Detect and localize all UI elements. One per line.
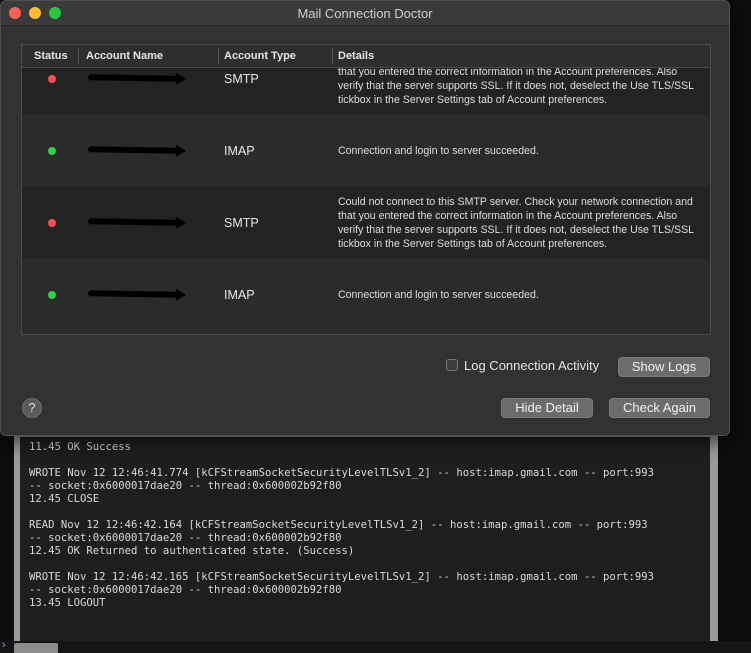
window-title: Mail Connection Doctor (297, 6, 433, 21)
log-line: 12.45 OK Returned to authenticated state… (29, 545, 355, 557)
log-line: 12.45 CLOSE (29, 493, 100, 505)
details-text: Connection and login to server succeeded… (338, 145, 539, 157)
status-indicator-icon (48, 147, 56, 155)
chevron-right-icon: › (2, 639, 6, 651)
table-row[interactable]: SMTP Could not connect to this SMTP serv… (22, 68, 710, 115)
log-line: 13.45 LOGOUT (29, 597, 106, 609)
account-type: IMAP (224, 144, 255, 158)
table-body[interactable]: SMTP Could not connect to this SMTP serv… (22, 68, 710, 334)
check-again-button[interactable]: Check Again (609, 398, 710, 418)
column-header-details[interactable]: Details (338, 50, 374, 64)
log-connection-activity-label[interactable]: Log Connection Activity (464, 358, 599, 373)
account-type: SMTP (224, 216, 259, 230)
status-indicator-icon (48, 75, 56, 83)
dock-strip: › (0, 639, 751, 653)
log-line: -- socket:0x6000017dae20 -- thread:0x600… (29, 480, 342, 492)
log-line: -- socket:0x6000017dae20 -- thread:0x600… (29, 584, 342, 596)
log-line: WROTE Nov 12 12:46:42.165 [kCFStreamSock… (29, 571, 655, 583)
details-text: Could not connect to this SMTP server. C… (338, 196, 694, 250)
redacted-account-name (87, 74, 181, 82)
column-divider[interactable] (218, 48, 219, 64)
redacted-account-name (87, 218, 181, 226)
details-text: Connection and login to server succeeded… (338, 289, 539, 301)
table-row[interactable]: IMAP Connection and login to server succ… (22, 115, 710, 187)
column-header-account-name[interactable]: Account Name (86, 50, 163, 64)
account-type: SMTP (224, 72, 259, 86)
status-indicator-icon (48, 219, 56, 227)
table-row[interactable]: IMAP Connection and login to server succ… (22, 259, 710, 331)
redacted-account-name (87, 146, 181, 154)
log-connection-activity-checkbox[interactable] (446, 359, 458, 371)
hide-detail-button[interactable]: Hide Detail (501, 398, 593, 418)
account-type: IMAP (224, 288, 255, 302)
help-icon[interactable]: ? (22, 398, 42, 418)
column-header-account-type[interactable]: Account Type (224, 50, 296, 64)
log-text: 11.45 OK Success WROTE Nov 12 12:46:41.7… (20, 437, 710, 610)
table-header: Status Account Name Account Type Details (22, 45, 710, 68)
column-header-status[interactable]: Status (34, 50, 68, 64)
connection-doctor-window: Mail Connection Doctor Status Account Na… (0, 0, 730, 436)
column-divider[interactable] (332, 48, 333, 64)
log-line: READ Nov 12 12:46:42.164 [kCFStreamSocke… (29, 519, 648, 531)
log-line: WROTE Nov 12 12:46:41.774 [kCFStreamSock… (29, 467, 655, 479)
show-logs-button[interactable]: Show Logs (618, 357, 710, 377)
status-indicator-icon (48, 291, 56, 299)
log-window[interactable]: 11.45 OK Success WROTE Nov 12 12:46:41.7… (20, 437, 710, 641)
column-divider[interactable] (78, 48, 79, 64)
log-line: -- socket:0x6000017dae20 -- thread:0x600… (29, 532, 342, 544)
title-bar[interactable]: Mail Connection Doctor (1, 1, 729, 26)
redacted-account-name (87, 290, 181, 298)
log-line: 11.45 OK Success (29, 441, 132, 453)
accounts-table: Status Account Name Account Type Details… (21, 44, 711, 335)
background-tab[interactable] (14, 643, 58, 653)
table-row[interactable]: SMTP Could not connect to this SMTP serv… (22, 187, 710, 259)
details-text: Could not connect to this SMTP server. C… (338, 68, 694, 106)
